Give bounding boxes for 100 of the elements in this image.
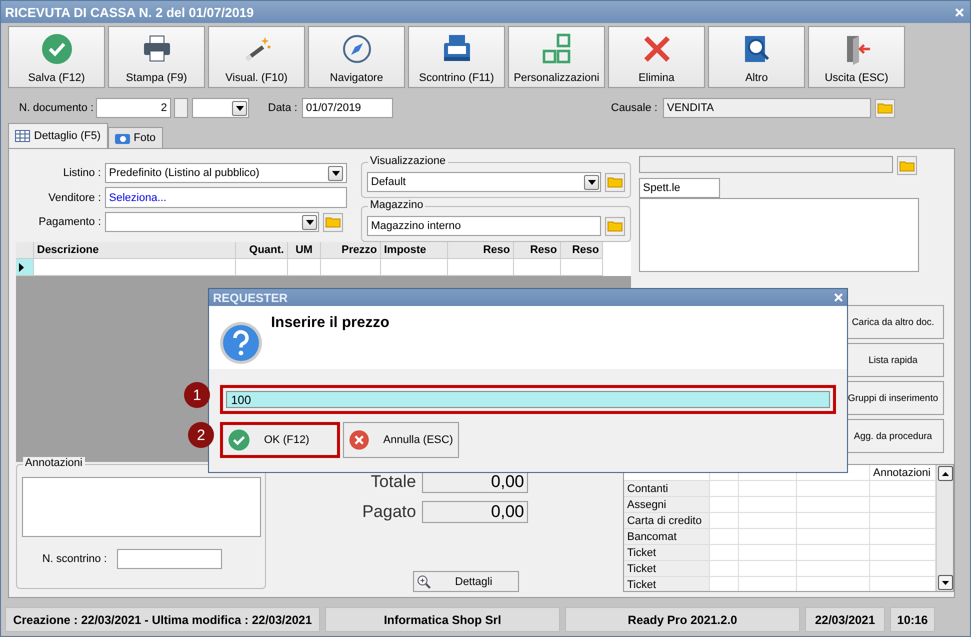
document-number-field[interactable]: 2 — [96, 98, 171, 118]
table-cell[interactable] — [288, 259, 321, 276]
table-cell[interactable] — [236, 259, 288, 276]
column-header[interactable]: Reso — [448, 242, 514, 259]
table-cell[interactable] — [739, 481, 798, 497]
cancel-icon — [349, 429, 370, 451]
date-field[interactable]: 01/07/2019 — [302, 98, 393, 118]
column-header[interactable]: UM — [288, 242, 321, 259]
question-icon — [219, 321, 263, 365]
dialog-title: REQUESTER — [213, 290, 288, 304]
tab[interactable]: Foto — [108, 127, 163, 148]
toolbar-button[interactable]: Uscita (ESC) — [808, 26, 905, 88]
folder-button[interactable] — [875, 98, 895, 118]
total-value: 0,00 — [422, 501, 528, 523]
payment-type: Carta di credito — [624, 513, 710, 529]
column-header[interactable]: Imposte — [381, 242, 448, 259]
group-title: Magazzino — [368, 199, 426, 211]
column-header[interactable]: Descrizione — [34, 242, 236, 259]
table-cell[interactable] — [34, 259, 236, 276]
camera-icon — [114, 132, 130, 144]
table-cell[interactable] — [797, 481, 870, 497]
table-cell[interactable] — [739, 545, 798, 561]
series-dropdown[interactable] — [192, 98, 249, 118]
table-cell[interactable] — [739, 529, 798, 545]
table-cell[interactable] — [561, 259, 603, 276]
current-row-icon — [19, 262, 24, 272]
listino-dropdown[interactable]: Predefinito (Listino al pubblico) — [105, 163, 347, 183]
salutation-field[interactable]: Spett.le — [639, 178, 720, 198]
table-cell[interactable] — [797, 497, 870, 513]
payment-type: Ticket — [624, 561, 710, 577]
view-dropdown[interactable]: Default — [367, 172, 601, 192]
warehouse-field[interactable]: Magazzino interno — [367, 216, 601, 236]
series-field[interactable] — [174, 98, 188, 118]
folder-button[interactable] — [323, 212, 343, 232]
close-icon[interactable] — [955, 8, 964, 16]
folder-button[interactable] — [605, 216, 625, 236]
table-cell[interactable] — [797, 529, 870, 545]
table-cell[interactable] — [739, 497, 798, 513]
payment-type: Ticket — [624, 577, 710, 591]
cancel-button[interactable]: Annulla (ESC) — [343, 422, 459, 458]
column-header[interactable]: Prezzo — [321, 242, 381, 259]
toolbar-button[interactable]: Personalizzazioni — [508, 26, 605, 88]
details-button[interactable]: Dettagli — [413, 571, 519, 592]
receipt-number-field[interactable] — [117, 549, 222, 569]
field-label: Data : — [268, 102, 298, 114]
causale-field[interactable]: VENDITA — [663, 98, 871, 118]
field-label: Causale : — [611, 102, 658, 114]
column-header[interactable]: Reso — [561, 242, 603, 259]
status-panel: Informatica Shop Srl — [325, 607, 560, 632]
table-cell[interactable] — [710, 513, 740, 529]
table-cell[interactable] — [321, 259, 381, 276]
squares-icon — [540, 33, 572, 65]
total-label: Totale — [370, 472, 416, 492]
table-cell[interactable] — [710, 545, 740, 561]
table-cell[interactable] — [448, 259, 514, 276]
column-header[interactable]: Quant. — [236, 242, 288, 259]
folder-button[interactable] — [897, 156, 917, 175]
compass-icon — [340, 33, 372, 65]
customer-field[interactable] — [639, 156, 893, 173]
up-arrow-icon — [942, 472, 949, 476]
close-icon[interactable] — [834, 293, 843, 302]
field-label: N. documento : — [19, 102, 95, 114]
status-panel: 10:16 — [890, 607, 935, 632]
window-title: RICEVUTA DI CASSA N. 2 del 01/07/2019 — [5, 4, 254, 20]
field-label: Listino : — [62, 167, 101, 179]
toolbar-button[interactable]: Navigatore — [308, 26, 405, 88]
table-cell[interactable] — [710, 497, 740, 513]
header-corner — [16, 242, 34, 259]
check-icon — [228, 429, 250, 451]
scroll-down-button[interactable] — [938, 575, 953, 590]
scroll-up-button[interactable] — [938, 466, 953, 481]
table-cell[interactable] — [739, 513, 798, 529]
table-cell[interactable] — [710, 529, 740, 545]
address-field[interactable] — [639, 198, 919, 272]
payment-type: Assegni — [624, 497, 710, 513]
table-cell[interactable] — [710, 561, 740, 577]
toolbar-button[interactable]: Salva (F12) — [8, 26, 105, 88]
table-cell[interactable] — [797, 513, 870, 529]
toolbar-button[interactable]: Visual. (F10) — [208, 26, 305, 88]
table-cell[interactable] — [797, 561, 870, 577]
toolbar-button[interactable]: Elimina — [608, 26, 705, 88]
seller-field[interactable]: Seleziona... — [105, 187, 347, 208]
table-cell[interactable] — [381, 259, 448, 276]
price-input[interactable]: 100 — [220, 385, 836, 414]
table-cell[interactable] — [797, 545, 870, 561]
table-cell[interactable] — [739, 561, 798, 577]
toolbar-button[interactable]: Scontrino (F11) — [408, 26, 505, 88]
table-cell[interactable] — [514, 259, 561, 276]
column-header[interactable]: Reso — [514, 242, 561, 259]
folder-button[interactable] — [605, 172, 625, 192]
row-indicator[interactable] — [16, 259, 34, 276]
toolbar-button[interactable]: Stampa (F9) — [108, 26, 205, 88]
toolbar-button[interactable]: Altro — [708, 26, 805, 88]
group-title: Visualizzazione — [368, 155, 448, 167]
table-cell[interactable] — [710, 481, 740, 497]
ok-button[interactable]: OK (F12) — [220, 422, 340, 458]
tab[interactable]: Dettaglio (F5) — [8, 123, 108, 148]
group-title: Annotazioni — [23, 457, 84, 469]
notes-field[interactable] — [22, 477, 261, 537]
check-icon — [40, 33, 72, 65]
